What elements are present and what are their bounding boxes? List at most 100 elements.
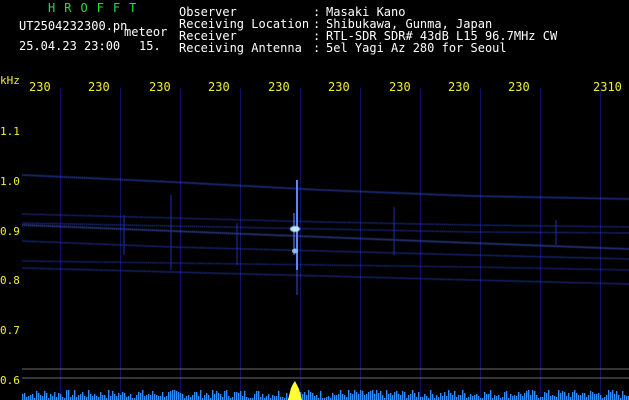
power-bar	[240, 391, 242, 400]
hrofft-logo: HROFFT	[48, 1, 146, 15]
power-bar	[412, 390, 414, 400]
power-bar	[148, 394, 150, 400]
power-bar	[550, 396, 552, 400]
power-bar	[340, 390, 342, 400]
power-bar	[320, 391, 322, 400]
power-bar	[168, 392, 170, 400]
power-bar	[558, 390, 560, 400]
power-bar	[518, 392, 520, 400]
power-bar	[612, 390, 614, 400]
power-bar	[32, 394, 34, 400]
time-tick-label: 230	[88, 80, 110, 94]
power-bar	[180, 393, 182, 400]
power-bar	[142, 390, 144, 400]
y-tick-label: 1.1	[0, 125, 20, 138]
power-bar	[458, 395, 460, 400]
power-bar	[138, 392, 140, 400]
power-bar	[178, 392, 180, 400]
power-bar	[494, 395, 496, 400]
power-bar	[352, 394, 354, 400]
power-bar	[212, 390, 214, 400]
time-tick-label: 230	[268, 80, 290, 94]
power-bar	[382, 395, 384, 400]
power-bar	[368, 392, 370, 400]
time-tick-label: 230	[208, 80, 230, 94]
power-bar	[444, 392, 446, 400]
power-bar	[22, 394, 24, 400]
power-bar	[206, 393, 208, 400]
power-bar	[514, 395, 516, 400]
antenna-sep: :	[313, 41, 321, 55]
power-bar	[378, 393, 380, 400]
power-bar	[486, 394, 488, 400]
meteor-head	[290, 226, 300, 232]
power-bar	[442, 396, 444, 400]
power-trace	[22, 390, 629, 400]
power-bar	[404, 392, 406, 400]
time-tick-label: 2310	[593, 80, 622, 94]
power-bar	[150, 395, 152, 400]
power-bar	[40, 395, 42, 400]
carrier-trace	[22, 267, 629, 285]
power-bar	[372, 390, 374, 400]
power-bar	[194, 392, 196, 400]
power-bar	[254, 394, 256, 400]
power-bar	[78, 395, 80, 400]
power-bar	[188, 395, 190, 400]
power-bar	[158, 396, 160, 400]
power-bar	[68, 390, 70, 400]
power-bar	[534, 391, 536, 400]
power-bar	[50, 394, 52, 400]
power-bar	[528, 390, 530, 400]
power-bar	[236, 392, 238, 400]
power-bar	[336, 395, 338, 400]
power-bar	[536, 395, 538, 400]
time-tick-label: 230	[29, 80, 51, 94]
power-bar	[576, 393, 578, 400]
power-bar	[432, 394, 434, 400]
power-bar	[192, 395, 194, 400]
power-bar	[166, 396, 168, 400]
power-bar	[262, 394, 264, 400]
power-bar	[548, 390, 550, 400]
power-bar	[588, 395, 590, 400]
power-bar	[208, 395, 210, 400]
carrier-trace	[22, 224, 629, 250]
power-bar	[140, 393, 142, 400]
power-bar	[72, 395, 74, 400]
power-bar	[454, 391, 456, 400]
power-bar	[362, 391, 364, 400]
power-bar	[464, 393, 466, 400]
time-tick-label: 230	[328, 80, 350, 94]
power-bar	[626, 396, 628, 400]
power-bar	[366, 394, 368, 400]
power-bar	[152, 391, 154, 400]
power-bar	[268, 394, 270, 400]
power-bar	[476, 394, 478, 400]
power-bar	[546, 393, 548, 400]
power-bar	[24, 393, 26, 400]
power-bar	[504, 392, 506, 400]
power-bar	[410, 394, 412, 400]
y-tick-label: 0.7	[0, 324, 20, 337]
power-bar	[312, 393, 314, 400]
time-tick-label: 230	[149, 80, 171, 94]
power-bar	[314, 396, 316, 400]
power-bar	[100, 392, 102, 400]
power-bar	[306, 395, 308, 400]
power-bar	[52, 396, 54, 400]
power-bar	[176, 391, 178, 400]
power-bar	[272, 395, 274, 400]
power-bar	[80, 394, 82, 400]
power-bar	[430, 390, 432, 400]
power-bar	[580, 395, 582, 400]
power-bar	[394, 392, 396, 400]
y-axis-unit-label: kHz	[0, 74, 20, 87]
power-bar	[440, 393, 442, 400]
power-bar	[374, 394, 376, 400]
power-bar	[608, 390, 610, 400]
power-bar	[360, 390, 362, 400]
power-bar	[600, 395, 602, 400]
power-bar	[42, 396, 44, 400]
power-bar	[112, 391, 114, 400]
